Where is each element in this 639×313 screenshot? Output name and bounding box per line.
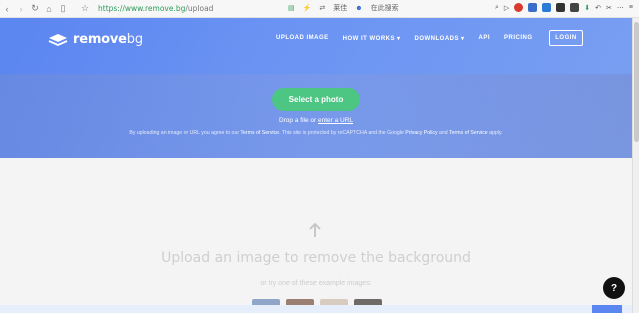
bottom-banner bbox=[0, 305, 632, 313]
download-icon[interactable]: ⬇ bbox=[584, 4, 590, 12]
paw-icon[interactable]: ☻ bbox=[355, 5, 362, 12]
reload-icon[interactable]: ↻ bbox=[28, 2, 42, 16]
browser-toolbar: ‹ › ↻ ⌂ ▯ ☆ https://www.remove.bg/upload… bbox=[0, 0, 639, 18]
undo-icon[interactable]: ↶ bbox=[595, 4, 601, 12]
logo-word-main: remove bbox=[73, 32, 127, 47]
privacy-link[interactable]: Privacy Policy bbox=[405, 130, 437, 136]
chevron-down-icon: ▾ bbox=[397, 36, 401, 42]
search-label[interactable]: 在此搜索 bbox=[371, 3, 399, 13]
menu-downloads[interactable]: DOWNLOADS ▾ bbox=[415, 35, 465, 42]
forward-icon[interactable]: › bbox=[14, 2, 28, 16]
select-photo-button[interactable]: Select a photo bbox=[272, 88, 360, 111]
lightning-icon[interactable]: ⚡ bbox=[303, 4, 312, 12]
site-nav: removebg UPLOAD IMAGE HOW IT WORKS ▾ DOWN… bbox=[0, 28, 632, 54]
menu-downloads-label: DOWNLOADS bbox=[414, 36, 460, 42]
home-icon[interactable]: ⌂ bbox=[42, 2, 56, 16]
terms-link-2[interactable]: Terms of Service bbox=[449, 130, 488, 136]
terms-notice: By uploading an image or URL you agree t… bbox=[0, 130, 632, 136]
menu-pricing[interactable]: PRICING bbox=[504, 35, 533, 42]
menu-api[interactable]: API bbox=[479, 35, 491, 42]
extension-ia-icon[interactable] bbox=[570, 3, 580, 12]
arrow-up-icon bbox=[309, 222, 321, 237]
star-icon[interactable]: ☆ bbox=[78, 2, 92, 16]
url-host: https://www.remove.bg bbox=[98, 4, 186, 13]
banner-accent bbox=[592, 305, 622, 313]
terms-middle: . This site is protected by reCAPTCHA an… bbox=[279, 130, 404, 136]
extension-icon[interactable]: ▷ bbox=[504, 4, 509, 12]
example-hint: or try one of these example images: bbox=[260, 280, 372, 287]
upload-area: Select a photo Drop a file or enter a UR… bbox=[0, 88, 632, 136]
chevron-down-icon: ▾ bbox=[461, 36, 465, 42]
extension-b-icon[interactable] bbox=[556, 3, 566, 12]
search-icon[interactable]: ⌕ bbox=[495, 4, 499, 12]
address-bar[interactable]: https://www.remove.bg/upload bbox=[98, 4, 213, 13]
main-menu: UPLOAD IMAGE HOW IT WORKS ▾ DOWNLOADS ▾ AP… bbox=[276, 35, 533, 42]
extension-s-icon[interactable] bbox=[528, 3, 538, 12]
terms-prefix: By uploading an image or URL you agree t… bbox=[129, 130, 240, 136]
terms-suffix: apply. bbox=[489, 130, 503, 136]
lower-section: Upload an image to remove the background… bbox=[0, 158, 632, 313]
layers-logo-icon bbox=[48, 33, 68, 46]
terms-link[interactable]: Terms of Service bbox=[240, 130, 279, 136]
more-icon[interactable]: ⋯ bbox=[617, 4, 624, 12]
drop-text: Drop a file or bbox=[278, 117, 317, 124]
terms-and: and bbox=[439, 130, 448, 136]
translate-icon[interactable]: ⇄ bbox=[319, 4, 325, 12]
drop-hint: Drop a file or enter a URL bbox=[0, 117, 632, 124]
hero-section: removebg UPLOAD IMAGE HOW IT WORKS ▾ DOWN… bbox=[0, 18, 632, 158]
scissors-icon[interactable]: ✂ bbox=[606, 4, 612, 12]
menu-how-it-works-label: HOW IT WORKS bbox=[342, 36, 395, 42]
help-button[interactable]: ? bbox=[603, 277, 625, 299]
translate-label[interactable]: 莱佳 bbox=[333, 3, 347, 13]
menu-how-it-works[interactable]: HOW IT WORKS ▾ bbox=[343, 35, 401, 42]
logo[interactable]: removebg bbox=[48, 32, 143, 47]
logo-word-bg: bg bbox=[126, 32, 143, 47]
reader-icon[interactable]: ▯ bbox=[56, 2, 70, 16]
reading-list-icon[interactable]: ▤ bbox=[288, 4, 295, 12]
upload-headline: Upload an image to remove the background bbox=[161, 250, 471, 266]
menu-upload-image[interactable]: UPLOAD IMAGE bbox=[276, 35, 329, 42]
scrollbar-thumb[interactable] bbox=[634, 22, 639, 142]
back-icon[interactable]: ‹ bbox=[0, 2, 14, 16]
url-path: /upload bbox=[185, 4, 214, 13]
login-button[interactable]: LOGIN bbox=[549, 30, 583, 46]
extension-p-icon[interactable] bbox=[542, 3, 552, 12]
menu-icon[interactable]: ≡ bbox=[629, 4, 633, 11]
adblock-icon[interactable] bbox=[514, 3, 524, 12]
enter-url-link[interactable]: enter a URL bbox=[318, 117, 353, 124]
scrollbar[interactable] bbox=[632, 18, 639, 313]
